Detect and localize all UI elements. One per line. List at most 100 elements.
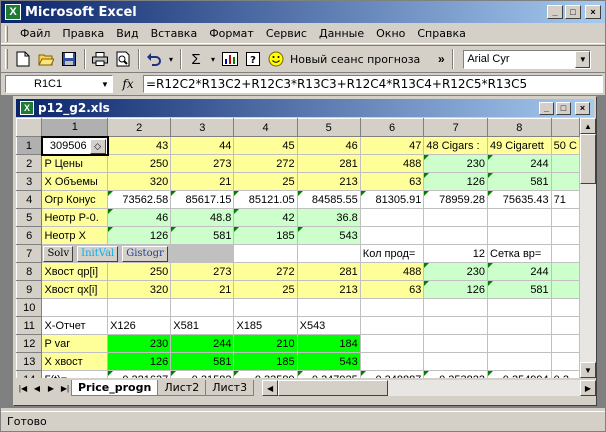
name-box[interactable]: R1C1 ▼ xyxy=(5,75,113,93)
grid-cell[interactable]: 43 xyxy=(107,136,172,155)
grid-cell[interactable] xyxy=(423,208,488,227)
scroll-down-icon[interactable]: ▼ xyxy=(580,362,596,378)
grid-cell[interactable]: Неотр P-0. xyxy=(41,208,109,227)
grid-cell[interactable] xyxy=(359,352,425,371)
grid-cell[interactable]: 25 xyxy=(233,172,298,191)
scroll-left-icon[interactable]: ◀ xyxy=(262,380,279,396)
column-header[interactable]: 8 xyxy=(487,118,552,137)
grid-cell[interactable]: X126 xyxy=(107,316,172,335)
smiley-icon[interactable] xyxy=(265,48,287,70)
grid-cell[interactable]: 48.8 xyxy=(170,208,235,227)
grid-cell[interactable]: 230 xyxy=(423,262,488,281)
grid-cell[interactable]: 213 xyxy=(296,172,361,191)
grid-cell[interactable]: 25 xyxy=(233,280,298,299)
grid-cell[interactable]: 281 xyxy=(296,262,361,281)
grid-cell[interactable]: Кол прод= xyxy=(359,244,425,263)
chevron-down-icon[interactable]: ▼ xyxy=(98,76,112,92)
tab-list3[interactable]: Лист3 xyxy=(205,380,255,396)
grid-cell[interactable]: 581 xyxy=(487,280,552,299)
toolbar-more-icon[interactable]: » xyxy=(434,48,448,70)
grid-cell[interactable] xyxy=(423,352,488,371)
grid-cell[interactable]: Сетка вр= xyxy=(487,244,552,263)
grid-cell[interactable] xyxy=(550,352,580,371)
workbook-icon[interactable]: X xyxy=(20,101,34,115)
undo-icon[interactable] xyxy=(143,48,165,70)
grid-cell[interactable]: 21 xyxy=(170,172,235,191)
insert-function-icon[interactable]: fx xyxy=(113,77,143,91)
grid-cell[interactable] xyxy=(423,316,488,335)
grid-cell[interactable]: 45 xyxy=(233,136,298,155)
grid-cell[interactable]: Хвост qp[i] xyxy=(41,262,109,281)
column-header[interactable]: 2 xyxy=(107,118,172,137)
next-sheet-icon[interactable]: ▶ xyxy=(44,380,58,396)
workbook-minimize-button[interactable]: _ xyxy=(539,101,554,115)
grid-cell[interactable]: X Объемы xyxy=(41,172,109,191)
grid-cell[interactable]: 85121.05 xyxy=(233,190,298,209)
grid-cell[interactable]: Solv InitVal Gistogr xyxy=(41,244,168,263)
row-header[interactable]: 10 xyxy=(16,298,43,317)
error-warning-icon[interactable]: ◇ xyxy=(89,138,106,153)
row-header[interactable]: 5 xyxy=(16,208,43,227)
menu-file[interactable]: Файл xyxy=(14,27,56,40)
prev-sheet-icon[interactable]: ◀ xyxy=(30,380,44,396)
grid-cell[interactable]: Хвост qx[i] xyxy=(41,280,109,299)
grid-cell[interactable]: 63 xyxy=(359,280,425,299)
grid-cell[interactable]: Г(t)= xyxy=(41,370,109,378)
grid-cell[interactable]: 210 xyxy=(233,334,298,353)
grid-cell[interactable] xyxy=(423,334,488,353)
menu-data[interactable]: Данные xyxy=(313,27,370,40)
excel-app-icon[interactable]: X xyxy=(5,4,21,20)
grid-cell[interactable]: 12 xyxy=(423,244,488,263)
workbook-title-bar[interactable]: X p12_g2.xls _ □ × xyxy=(16,99,594,117)
select-all-corner[interactable] xyxy=(16,118,43,137)
grid-cell[interactable]: 0.353823 xyxy=(423,370,488,378)
grid-cell[interactable] xyxy=(487,226,552,245)
grid-cell[interactable]: 244 xyxy=(487,262,552,281)
grid-cell[interactable]: 488 xyxy=(359,262,425,281)
grid-cell[interactable]: X-Отчет xyxy=(41,316,109,335)
grid-cell[interactable]: 581 xyxy=(487,172,552,191)
grid-cell[interactable]: 244 xyxy=(170,334,235,353)
grid-cell[interactable]: P var xyxy=(41,334,109,353)
horizontal-scroll-thumb[interactable] xyxy=(278,380,389,396)
close-button[interactable]: × xyxy=(585,5,601,19)
grid-cell[interactable]: 488 xyxy=(359,154,425,173)
grid-cell[interactable] xyxy=(296,298,361,317)
grid-cell[interactable] xyxy=(233,298,298,317)
grid-cell[interactable]: 230 xyxy=(107,334,172,353)
toolbar-grip[interactable] xyxy=(5,49,8,69)
scroll-right-icon[interactable]: ▶ xyxy=(580,380,596,396)
grid-cell[interactable]: 185 xyxy=(233,352,298,371)
new-forecast-session-button[interactable]: Новый сеанс прогноза xyxy=(290,53,420,66)
grid-cell[interactable]: 46 xyxy=(296,136,361,155)
grid-cell[interactable]: 73562.58 xyxy=(107,190,172,209)
grid-cell[interactable]: 84585.55 xyxy=(296,190,361,209)
vertical-scrollbar[interactable]: ▲ ▼ xyxy=(580,118,596,378)
tab-price-progn[interactable]: Price_progn xyxy=(71,380,159,396)
grid-cell[interactable]: 0.33589 xyxy=(233,370,298,378)
grid-cell[interactable]: 272 xyxy=(233,262,298,281)
grid-cell[interactable]: 126 xyxy=(107,352,172,371)
grid-cell[interactable]: 213 xyxy=(296,280,361,299)
grid-cell[interactable] xyxy=(423,226,488,245)
menu-window[interactable]: Окно xyxy=(370,27,411,40)
grid-cell[interactable] xyxy=(107,298,172,317)
grid-cell[interactable] xyxy=(550,298,580,317)
grid-cell[interactable]: 543 xyxy=(296,352,361,371)
grid-cell[interactable]: 0.347925 xyxy=(296,370,361,378)
grid-cell[interactable] xyxy=(359,226,425,245)
grid-cell[interactable] xyxy=(41,298,109,317)
row-header[interactable]: 12 xyxy=(16,334,43,353)
grid-cell[interactable]: 78959.28 xyxy=(423,190,488,209)
menu-tools[interactable]: Сервис xyxy=(260,27,313,40)
autosum-dropdown-icon[interactable]: ▾ xyxy=(208,48,218,70)
row-header[interactable]: 11 xyxy=(16,316,43,335)
grid-cell[interactable] xyxy=(550,280,580,299)
menu-insert[interactable]: Вставка xyxy=(145,27,204,40)
grid-cell[interactable]: 230 xyxy=(423,154,488,173)
grid-cell[interactable]: 81305.91 xyxy=(359,190,425,209)
grid-cell[interactable] xyxy=(170,244,235,263)
grid-cell[interactable]: 44 xyxy=(170,136,235,155)
grid-cell[interactable] xyxy=(487,298,552,317)
autosum-icon[interactable]: Σ xyxy=(185,48,207,70)
